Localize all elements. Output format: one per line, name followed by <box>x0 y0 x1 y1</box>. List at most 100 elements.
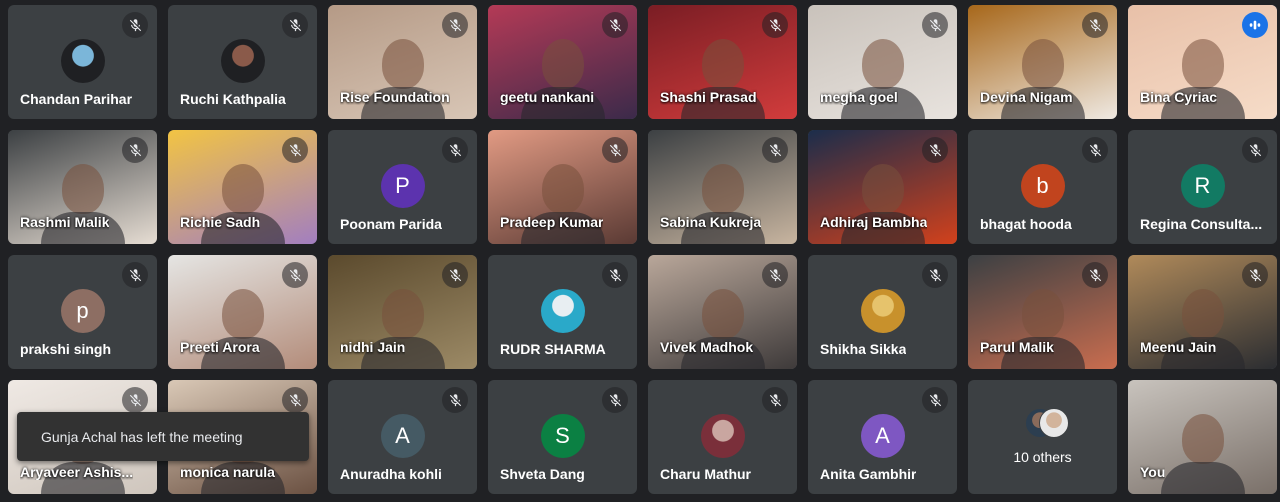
participant-tile-geetu-nankani[interactable]: geetu nankani <box>488 5 637 119</box>
mic-off-icon <box>122 137 148 163</box>
participant-name: Vivek Madhok <box>660 339 754 355</box>
person-body <box>1160 462 1245 494</box>
mic-off-icon <box>122 262 148 288</box>
mic-off-icon <box>922 387 948 413</box>
participant-tile-poonam-parida[interactable]: P Poonam Parida <box>328 130 477 244</box>
participant-tile-richie-sadh[interactable]: Richie Sadh <box>168 130 317 244</box>
participant-tile-prakshi-singh[interactable]: p prakshi singh <box>8 255 157 369</box>
participant-name: monica narula <box>180 464 275 480</box>
mic-off-icon <box>122 12 148 38</box>
mic-off-icon <box>1242 262 1268 288</box>
avatar-initial: A <box>380 414 425 458</box>
participant-tile-anuradha-kohli[interactable]: A Anuradha kohli <box>328 380 477 494</box>
avatar-initial: A <box>860 414 905 458</box>
mic-off-icon <box>1082 137 1108 163</box>
participant-tile-rashmi-malik[interactable]: Rashmi Malik <box>8 130 157 244</box>
participant-tile-ruchi-kathpalia[interactable]: Ruchi Kathpalia <box>168 5 317 119</box>
mic-off-icon <box>1082 262 1108 288</box>
participant-name: Aryaveer Ashis... <box>20 464 134 480</box>
participant-tile-chandan-parihar[interactable]: Chandan Parihar <box>8 5 157 119</box>
participant-tile-rise-foundation[interactable]: Rise Foundation <box>328 5 477 119</box>
person-silhouette <box>701 289 744 340</box>
participant-name: Shashi Prasad <box>660 89 757 105</box>
participant-tile-vivek-madhok[interactable]: Vivek Madhok <box>648 255 797 369</box>
toast-text: Gunja Achal has left the meeting <box>41 428 243 445</box>
participant-tile-bina-cyriac[interactable]: Bina Cyriac <box>1128 5 1277 119</box>
participant-tile-10-others[interactable]: 10 others <box>968 380 1117 494</box>
participant-name: Devina Nigam <box>980 89 1073 105</box>
participant-tile-pradeep-kumar[interactable]: Pradeep Kumar <box>488 130 637 244</box>
participant-tile-devina-nigam[interactable]: Devina Nigam <box>968 5 1117 119</box>
person-silhouette <box>1021 289 1064 340</box>
person-silhouette <box>701 164 744 215</box>
person-silhouette <box>541 39 584 90</box>
participant-name: Shveta Dang <box>500 466 585 482</box>
person-silhouette <box>1181 39 1224 90</box>
participant-name: Parul Malik <box>980 339 1054 355</box>
mic-off-icon <box>762 262 788 288</box>
mic-off-icon <box>762 387 788 413</box>
person-silhouette <box>61 164 104 215</box>
participant-tile-shikha-sikka[interactable]: Shikha Sikka <box>808 255 957 369</box>
participant-name: RUDR SHARMA <box>500 341 606 357</box>
left-meeting-toast: Gunja Achal has left the meeting <box>17 412 309 461</box>
person-silhouette <box>1021 39 1064 90</box>
mic-off-icon <box>762 137 788 163</box>
participant-tile-parul-malik[interactable]: Parul Malik <box>968 255 1117 369</box>
participant-tile-bhagat-hooda[interactable]: b bhagat hooda <box>968 130 1117 244</box>
participant-name: Rise Foundation <box>340 89 450 105</box>
participant-tile-sabina-kukreja[interactable]: Sabina Kukreja <box>648 130 797 244</box>
mic-off-icon <box>602 262 628 288</box>
participant-name: Anuradha kohli <box>340 466 442 482</box>
participant-tile-adhiraj-bambha[interactable]: Adhiraj Bambha <box>808 130 957 244</box>
participant-tile-shashi-prasad[interactable]: Shashi Prasad <box>648 5 797 119</box>
participant-tile-charu-mathur[interactable]: Charu Mathur <box>648 380 797 494</box>
participant-name: Charu Mathur <box>660 466 751 482</box>
participant-name: Pradeep Kumar <box>500 214 604 230</box>
mic-off-icon <box>282 262 308 288</box>
mic-off-icon <box>602 12 628 38</box>
mic-off-icon <box>922 137 948 163</box>
avatar-photo <box>220 39 265 83</box>
avatar-initial: p <box>60 289 105 333</box>
person-silhouette <box>861 39 904 90</box>
participant-name: Preeti Arora <box>180 339 260 355</box>
person-silhouette <box>221 164 264 215</box>
participant-name: Ruchi Kathpalia <box>180 91 286 107</box>
participant-tile-megha-goel[interactable]: megha goel <box>808 5 957 119</box>
person-silhouette <box>541 164 584 215</box>
person-silhouette <box>1181 414 1224 465</box>
mic-off-icon <box>442 137 468 163</box>
mic-off-icon <box>442 262 468 288</box>
participant-name: geetu nankani <box>500 89 595 105</box>
mic-off-icon <box>282 12 308 38</box>
participant-tile-regina-consulta[interactable]: R Regina Consulta... <box>1128 130 1277 244</box>
mic-off-icon <box>442 12 468 38</box>
participant-tile-preeti-arora[interactable]: Preeti Arora <box>168 255 317 369</box>
participant-name: Shikha Sikka <box>820 341 907 357</box>
participant-name: Meenu Jain <box>1140 339 1217 355</box>
mic-off-icon <box>442 387 468 413</box>
participant-name: megha goel <box>820 89 898 105</box>
participant-tile-meenu-jain[interactable]: Meenu Jain <box>1128 255 1277 369</box>
mic-off-icon <box>602 137 628 163</box>
participant-tile-you[interactable]: You <box>1128 380 1277 494</box>
avatar-initial: S <box>540 414 585 458</box>
avatar-photo <box>700 414 745 458</box>
participant-name: Poonam Parida <box>340 216 442 232</box>
person-silhouette <box>381 39 424 90</box>
mic-off-icon <box>1242 137 1268 163</box>
participant-tile-nidhi-jain[interactable]: nidhi Jain <box>328 255 477 369</box>
person-silhouette <box>221 289 264 340</box>
participant-name: Anita Gambhir <box>820 466 917 482</box>
participant-name: bhagat hooda <box>980 216 1072 232</box>
participant-tile-rudr-sharma[interactable]: RUDR SHARMA <box>488 255 637 369</box>
mic-off-icon <box>602 387 628 413</box>
participant-name: Bina Cyriac <box>1140 89 1218 105</box>
participant-tile-shveta-dang[interactable]: S Shveta Dang <box>488 380 637 494</box>
avatar-initial: R <box>1180 164 1225 208</box>
person-silhouette <box>861 164 904 215</box>
person-silhouette <box>701 39 744 90</box>
participant-tile-anita-gambhir[interactable]: A Anita Gambhir <box>808 380 957 494</box>
mic-off-icon <box>282 387 308 413</box>
